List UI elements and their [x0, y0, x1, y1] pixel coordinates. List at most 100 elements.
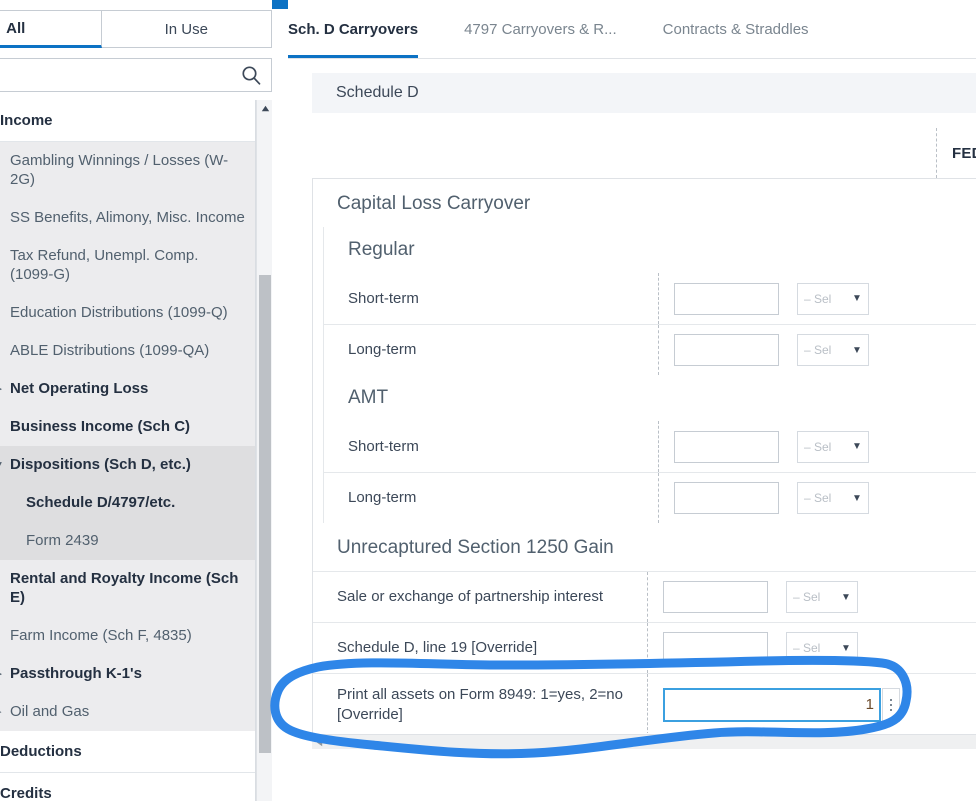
- sidebar-item-label: Rental and Royalty Income (Sch E): [10, 570, 239, 606]
- chevron-right-icon[interactable]: ▸: [0, 706, 8, 718]
- form-row: Long-term – Sel ▼: [324, 324, 976, 375]
- chevron-down-icon[interactable]: ▼: [846, 493, 868, 504]
- form-row-label: Long-term: [348, 489, 417, 506]
- form-subgroup-title: Regular: [348, 239, 415, 260]
- state-select-dropdown[interactable]: – Sel ▼: [786, 581, 858, 613]
- form-row: Print all assets on Form 8949: 1=yes, 2=…: [313, 673, 976, 733]
- sidebar-item-able-distributions-1099-qa[interactable]: ABLE Distributions (1099-QA): [0, 332, 255, 370]
- sidebar-item-label: Form 2439: [26, 532, 99, 549]
- tab-in-use[interactable]: In Use: [101, 10, 272, 48]
- chevron-down-icon[interactable]: ▼: [846, 293, 868, 304]
- chevron-down-icon[interactable]: ▾: [0, 459, 8, 471]
- chevron-down-icon[interactable]: ▼: [846, 345, 868, 356]
- sidebar-item-label: Passthrough K-1's: [10, 665, 142, 682]
- sidebar-item-deductions[interactable]: Deductions: [0, 731, 255, 773]
- tab-contracts-straddles-label: Contracts & Straddles: [662, 21, 809, 38]
- chevron-right-icon[interactable]: ▸: [0, 383, 8, 395]
- horizontal-scrollbar[interactable]: [312, 734, 976, 749]
- amount-input[interactable]: [674, 482, 779, 514]
- form-group-title: Unrecaptured Section 1250 Gain: [337, 537, 614, 558]
- scroll-up-arrow-icon[interactable]: [257, 100, 273, 116]
- select-placeholder-label: – Sel: [804, 491, 832, 505]
- state-select-dropdown[interactable]: – Sel ▼: [786, 632, 858, 664]
- form-row-controls: – Sel ▼: [654, 430, 869, 463]
- sidebar-item-net-operating-loss[interactable]: ▸Net Operating Loss: [0, 370, 255, 408]
- row-column-divider: [658, 421, 659, 472]
- form-row: Short-term – Sel ▼: [324, 421, 976, 472]
- sidebar-item-gambling-winnings-losses-w-2g[interactable]: Gambling Winnings / Losses (W-2G): [0, 142, 255, 199]
- sidebar-item-rental-and-royalty-income-sch-e[interactable]: Rental and Royalty Income (Sch E): [0, 560, 255, 617]
- sidebar-item-tax-refund-unempl-comp-1099-g[interactable]: Tax Refund, Unempl. Comp. (1099-G): [0, 237, 255, 294]
- select-placeholder-label: – Sel: [804, 343, 832, 357]
- more-options-kebab-icon[interactable]: [882, 687, 900, 722]
- tab-sch-d-carryovers[interactable]: Sch. D Carryovers: [288, 1, 428, 58]
- amount-input[interactable]: [674, 334, 779, 366]
- sidebar-item-education-distributions-1099-q[interactable]: Education Distributions (1099-Q): [0, 294, 255, 332]
- row-column-divider: [658, 473, 659, 523]
- override-amount-input-focused[interactable]: [663, 687, 881, 722]
- tab-all-label: All: [6, 19, 26, 37]
- form-panel: Capital Loss Carryover Regular Short-term –…: [312, 178, 976, 733]
- select-placeholder-label: – Sel: [793, 641, 821, 655]
- sidebar-item-label: Business Income (Sch C): [10, 418, 191, 435]
- column-header-row: FEDERAL: [312, 128, 976, 178]
- search-box[interactable]: [0, 58, 272, 92]
- tab-contracts-straddles[interactable]: Contracts & Straddles: [663, 1, 819, 58]
- amount-input[interactable]: [663, 632, 768, 664]
- tab-in-use-label: In Use: [164, 20, 208, 38]
- sidebar-item-passthrough-k-1-s[interactable]: ▸Passthrough K-1's: [0, 655, 255, 693]
- sidebar-item-label: ABLE Distributions (1099-QA): [10, 342, 210, 359]
- sidebar-item-label: Income: [0, 112, 53, 129]
- sidebar-item-label: Education Distributions (1099-Q): [10, 304, 228, 321]
- state-select-dropdown[interactable]: – Sel ▼: [797, 282, 869, 315]
- sidebar-scrollbar[interactable]: [256, 100, 272, 801]
- sidebar-item-label: SS Benefits, Alimony, Misc. Income: [10, 209, 245, 226]
- main-content: Sch. D Carryovers 4797 Carryovers & R...…: [288, 0, 976, 801]
- chevron-down-icon[interactable]: ▼: [846, 441, 868, 452]
- sidebar-item-dispositions-sch-d-etc[interactable]: ▾Dispositions (Sch D, etc.): [0, 446, 255, 484]
- sidebar-item-credits[interactable]: Credits: [0, 773, 255, 801]
- sidebar-item-label: Net Operating Loss: [10, 380, 149, 397]
- sidebar-nav-list[interactable]: Income Gambling Winnings / Losses (W-2G) S…: [0, 100, 256, 801]
- left-panel: All In Use Income Gambling Winnings / Los…: [0, 0, 272, 801]
- tab-all[interactable]: All: [0, 10, 102, 48]
- chevron-down-icon[interactable]: ▼: [835, 643, 857, 654]
- main-tabbar: Sch. D Carryovers 4797 Carryovers & R...…: [288, 0, 976, 59]
- state-select-dropdown[interactable]: – Sel ▼: [797, 334, 869, 366]
- search-icon[interactable]: [231, 59, 271, 91]
- sidebar-scrollbar-thumb[interactable]: [259, 275, 271, 753]
- search-input[interactable]: [0, 59, 231, 91]
- form-row-label: Short-term: [348, 437, 419, 455]
- sidebar-item-schedule-d-4797-etc[interactable]: Schedule D/4797/etc.: [0, 484, 255, 522]
- sidebar-item-form-2439[interactable]: Form 2439: [0, 522, 255, 560]
- form-row-controls: – Sel ▼: [654, 282, 869, 315]
- sidebar-item-label: Tax Refund, Unempl. Comp. (1099-G): [10, 247, 199, 283]
- sidebar-item-label: Dispositions (Sch D, etc.): [10, 456, 191, 473]
- amount-input[interactable]: [674, 282, 779, 315]
- state-select-dropdown[interactable]: – Sel ▼: [797, 430, 869, 463]
- tab-4797-carryovers[interactable]: 4797 Carryovers & R...: [464, 1, 627, 58]
- form-row-controls: [643, 687, 900, 722]
- sidebar-item-label: Credits: [0, 785, 52, 801]
- sidebar-item-income[interactable]: Income: [0, 100, 255, 142]
- sidebar-item-label: Deductions: [0, 743, 82, 760]
- amount-input[interactable]: [663, 581, 768, 613]
- tab-sch-d-carryovers-label: Sch. D Carryovers: [288, 21, 419, 38]
- row-column-divider: [658, 325, 659, 375]
- chevron-down-icon[interactable]: ▼: [835, 592, 857, 603]
- scroll-left-arrow-icon[interactable]: [312, 735, 327, 750]
- sidebar-item-oil-and-gas[interactable]: ▸Oil and Gas: [0, 693, 255, 731]
- sidebar-item-farm-income-sch-f-4835[interactable]: Farm Income (Sch F, 4835): [0, 617, 255, 655]
- sidebar-item-business-income-sch-c[interactable]: Business Income (Sch C): [0, 408, 255, 446]
- form-row-label: Long-term: [348, 341, 417, 358]
- select-placeholder-label: – Sel: [793, 590, 821, 604]
- chevron-right-icon[interactable]: ▸: [0, 668, 8, 680]
- amount-input[interactable]: [674, 430, 779, 463]
- state-select-dropdown[interactable]: – Sel ▼: [797, 482, 869, 514]
- form-row-controls: – Sel ▼: [654, 334, 869, 366]
- sidebar-item-ss-benefits-alimony-misc-income[interactable]: SS Benefits, Alimony, Misc. Income: [0, 199, 255, 237]
- tab-4797-carryovers-label: 4797 Carryovers & R...: [464, 21, 617, 38]
- sidebar-item-label: Farm Income (Sch F, 4835): [10, 627, 192, 644]
- form-row-controls: – Sel ▼: [643, 581, 858, 613]
- form-row-label: Schedule D, line 19 [Override]: [337, 639, 538, 656]
